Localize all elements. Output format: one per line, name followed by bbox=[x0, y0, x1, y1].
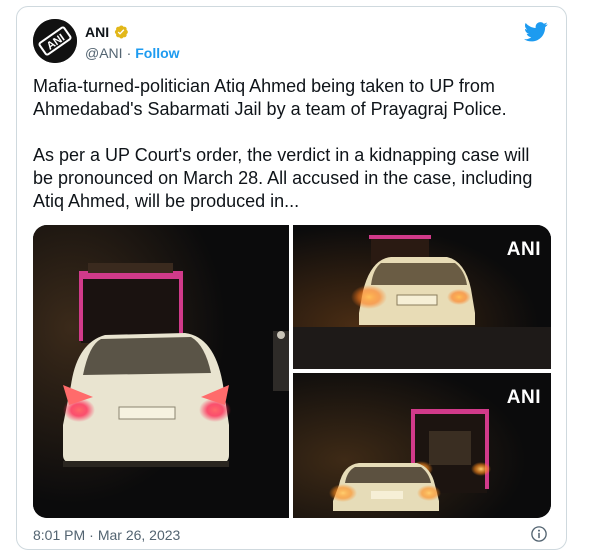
tweet-embed-card: ANI ANI @ANI · Follow Mafia-turned-polit… bbox=[16, 6, 567, 550]
ani-watermark: ANI bbox=[506, 239, 541, 260]
tweet-footer: 8:01 PM · Mar 26, 2023 bbox=[33, 525, 548, 545]
tweet-text: Mafia-turned-politician Atiq Ahmed being… bbox=[33, 75, 548, 213]
media-image-top-right[interactable]: ANI bbox=[293, 225, 551, 369]
verified-badge-icon bbox=[115, 25, 128, 39]
author-handle[interactable]: @ANI bbox=[85, 45, 123, 61]
tweet-date[interactable]: Mar 26, 2023 bbox=[98, 527, 181, 543]
separator-dot: · bbox=[126, 45, 132, 61]
tweet-header: ANI ANI @ANI · Follow bbox=[33, 19, 548, 65]
separator-dot: · bbox=[89, 527, 94, 543]
media-image-left[interactable] bbox=[33, 225, 289, 518]
author-name[interactable]: ANI bbox=[85, 24, 109, 40]
tweet-media-grid: ANI ANI bbox=[33, 225, 551, 518]
tweet-paragraph: Mafia-turned-politician Atiq Ahmed being… bbox=[33, 76, 507, 119]
twitter-bird-icon[interactable] bbox=[524, 21, 548, 43]
ani-watermark: ANI bbox=[506, 387, 541, 408]
tweet-paragraph: As per a UP Court's order, the verdict i… bbox=[33, 145, 533, 211]
info-icon[interactable] bbox=[530, 525, 548, 543]
tweet-time[interactable]: 8:01 PM bbox=[33, 527, 85, 543]
author-block: ANI @ANI · Follow bbox=[85, 23, 180, 61]
media-image-bottom-right[interactable]: ANI bbox=[293, 373, 551, 518]
follow-button[interactable]: Follow bbox=[135, 45, 179, 61]
avatar[interactable]: ANI bbox=[33, 19, 77, 63]
